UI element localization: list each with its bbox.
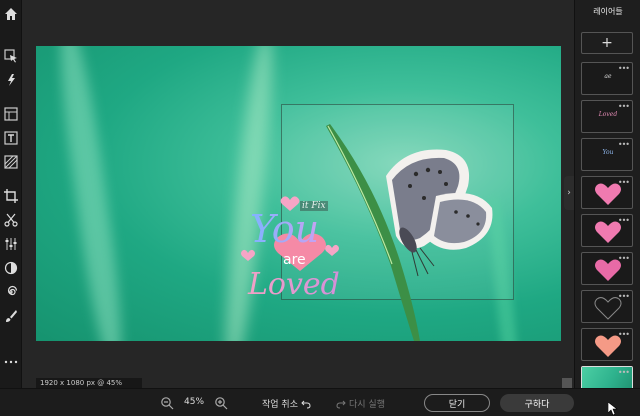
layer-thumbnail[interactable]: ••• [581,214,633,247]
more-icon[interactable] [3,354,19,370]
layer-thumbnail[interactable]: Loved ••• [581,100,633,133]
panel-collapse-chevron-icon[interactable]: › [564,176,574,210]
add-layer-button[interactable]: + [581,32,633,54]
layer-menu-icon[interactable]: ••• [618,178,630,187]
layer-thumbnail[interactable]: ••• [581,176,633,209]
layer-thumbnail-text: Loved [598,111,618,118]
layers-panel-title: 레이어들 [593,7,623,16]
canvas-workspace: You are Loved it Fix [22,0,574,388]
layer-thumbnail[interactable]: ae ••• [581,62,633,95]
layer-menu-icon[interactable]: ••• [618,330,630,339]
layer-menu-icon[interactable]: ••• [618,368,630,377]
save-button[interactable]: 구하다 [500,394,574,412]
contrast-icon[interactable] [3,260,19,276]
love-text-overlay[interactable]: You are Loved [216,186,366,301]
overlay-it-fix-text[interactable]: it Fix [300,201,328,211]
layer-menu-icon[interactable]: ••• [618,254,630,263]
text-icon[interactable] [3,130,19,146]
overlay-are-text: are [283,252,306,268]
layer-thumbnail-text: ae [604,73,612,80]
canvas-size-info: 1920 x 1080 px @ 45% [36,378,142,388]
texture-icon[interactable] [3,154,19,170]
layout-icon[interactable] [3,106,19,122]
select-arrow-icon[interactable] [3,48,19,64]
layer-menu-icon[interactable]: ••• [618,64,630,73]
layer-menu-icon[interactable]: ••• [618,216,630,225]
undo-icon [301,400,311,408]
close-button[interactable]: 닫기 [424,394,490,412]
zoom-level: 45% [184,397,205,407]
redo-icon [336,400,346,408]
layer-thumbnail[interactable]: ••• [581,290,633,323]
spiral-icon[interactable] [3,284,19,300]
redo-label: 다시 실행 [349,400,385,410]
layer-menu-icon[interactable]: ••• [618,140,630,149]
layer-menu-icon[interactable]: ••• [618,292,630,301]
canvas-photo[interactable]: You are Loved it Fix [36,46,561,341]
layer-thumbnail[interactable]: ••• [581,328,633,361]
scroll-corner [562,378,572,388]
left-toolbar [0,0,22,416]
crop-icon[interactable] [3,188,19,204]
grass-blur [52,46,130,341]
layer-thumbnail[interactable]: ••• [581,252,633,285]
layers-panel: 레이어들 + ae ••• Loved ••• You ••• ••• ••• ••• ••• ••… [574,0,640,399]
scissors-icon[interactable] [3,212,19,228]
zoom-in-icon[interactable] [214,396,228,410]
layer-thumbnail[interactable]: You ••• [581,138,633,171]
undo-label: 작업 취소 [262,400,298,410]
zoom-out-icon[interactable] [160,396,174,410]
overlay-you-text: You [250,207,319,251]
overlay-loved-text: Loved [247,267,340,301]
home-icon[interactable] [3,6,19,22]
undo-button[interactable]: 작업 취소 [262,397,311,410]
brush-icon[interactable] [3,308,19,324]
bottom-bar: 45% 작업 취소 다시 실행 닫기 구하다 [0,388,640,416]
redo-button[interactable]: 다시 실행 [336,397,385,410]
magic-wand-icon[interactable] [3,72,19,88]
layer-thumbnail-text: You [602,149,614,156]
layer-menu-icon[interactable]: ••• [618,102,630,111]
mouse-cursor-icon [608,402,618,416]
adjust-sliders-icon[interactable] [3,236,19,252]
photo-editor-app: You are Loved it Fix 1920 x 1080 px @ 45… [0,0,640,416]
